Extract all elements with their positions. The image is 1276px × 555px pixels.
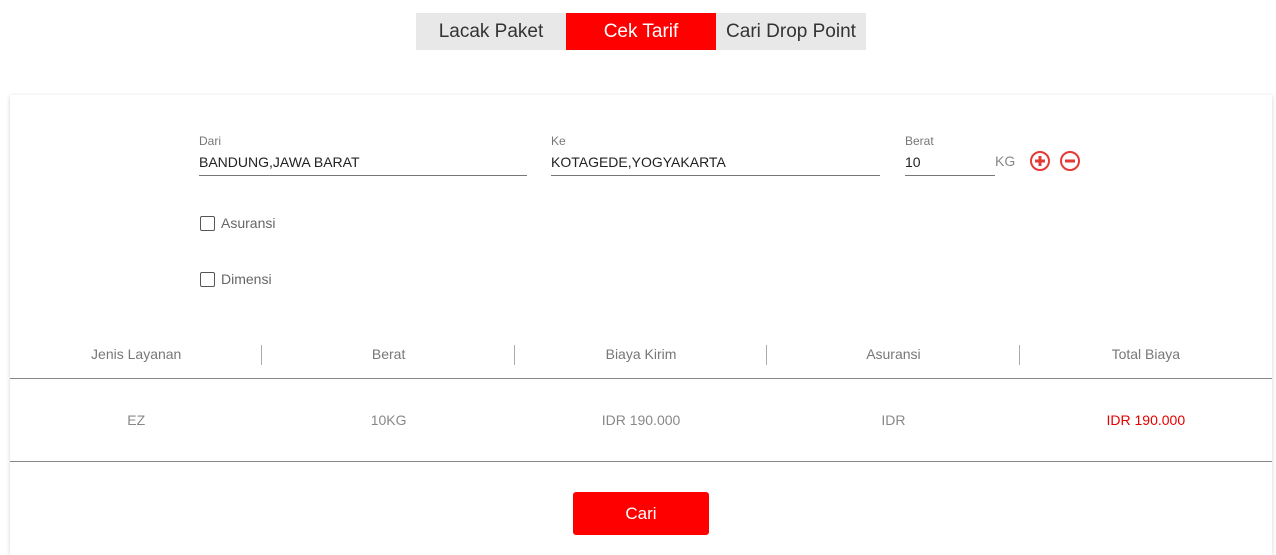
weight-unit: KG [995, 153, 1016, 169]
tab-lacak-paket[interactable]: Lacak Paket [416, 13, 566, 50]
cell-weight: 10KG [370, 412, 407, 428]
destination-label: Ke [551, 134, 566, 148]
header-weight: Berat [262, 335, 516, 373]
decrease-weight-button[interactable] [1060, 151, 1080, 171]
origin-label: Dari [199, 134, 222, 148]
increase-weight-button[interactable] [1030, 151, 1050, 171]
header-shipping-cost: Biaya Kirim [515, 335, 768, 373]
weight-label: Berat [905, 134, 934, 148]
origin-field: Dari [199, 134, 527, 176]
tab-cari-drop-point[interactable]: Cari Drop Point [716, 13, 866, 50]
dimension-label: Dimensi [221, 271, 272, 287]
plus-icon [1035, 156, 1045, 166]
checkbox-box[interactable] [200, 215, 215, 231]
origin-input[interactable] [199, 148, 527, 176]
table-row: EZ 10KG IDR 190.000 IDR IDR 190.000 [10, 379, 1272, 462]
table-header: Jenis Layanan Berat Biaya Kirim Asuransi… [10, 335, 1272, 379]
tab-cek-tarif[interactable]: Cek Tarif [566, 13, 716, 50]
minus-icon [1065, 159, 1075, 163]
cell-service-type: EZ [127, 412, 146, 428]
dimension-checkbox[interactable]: Dimensi [200, 271, 272, 287]
weight-input[interactable] [905, 148, 995, 176]
weight-field: Berat [905, 134, 995, 176]
tab-bar: Lacak Paket Cek Tarif Cari Drop Point [416, 13, 866, 50]
cell-total-cost: IDR 190.000 [1106, 412, 1186, 428]
cell-shipping-cost: IDR 190.000 [601, 412, 681, 428]
header-total-cost: Total Biaya [1111, 346, 1181, 362]
tariff-card: Dari Ke Berat KG Asuransi Dimensi Jenis … [10, 95, 1272, 555]
header-insurance: Asuransi [767, 335, 1021, 373]
cell-insurance: IDR [881, 412, 906, 428]
checkbox-box[interactable] [200, 271, 215, 287]
insurance-checkbox[interactable]: Asuransi [200, 215, 275, 231]
insurance-label: Asuransi [221, 215, 276, 231]
destination-input[interactable] [551, 148, 880, 176]
search-button[interactable]: Cari [573, 492, 709, 535]
header-service-type: Jenis Layanan [10, 335, 263, 373]
destination-field: Ke [551, 134, 880, 176]
